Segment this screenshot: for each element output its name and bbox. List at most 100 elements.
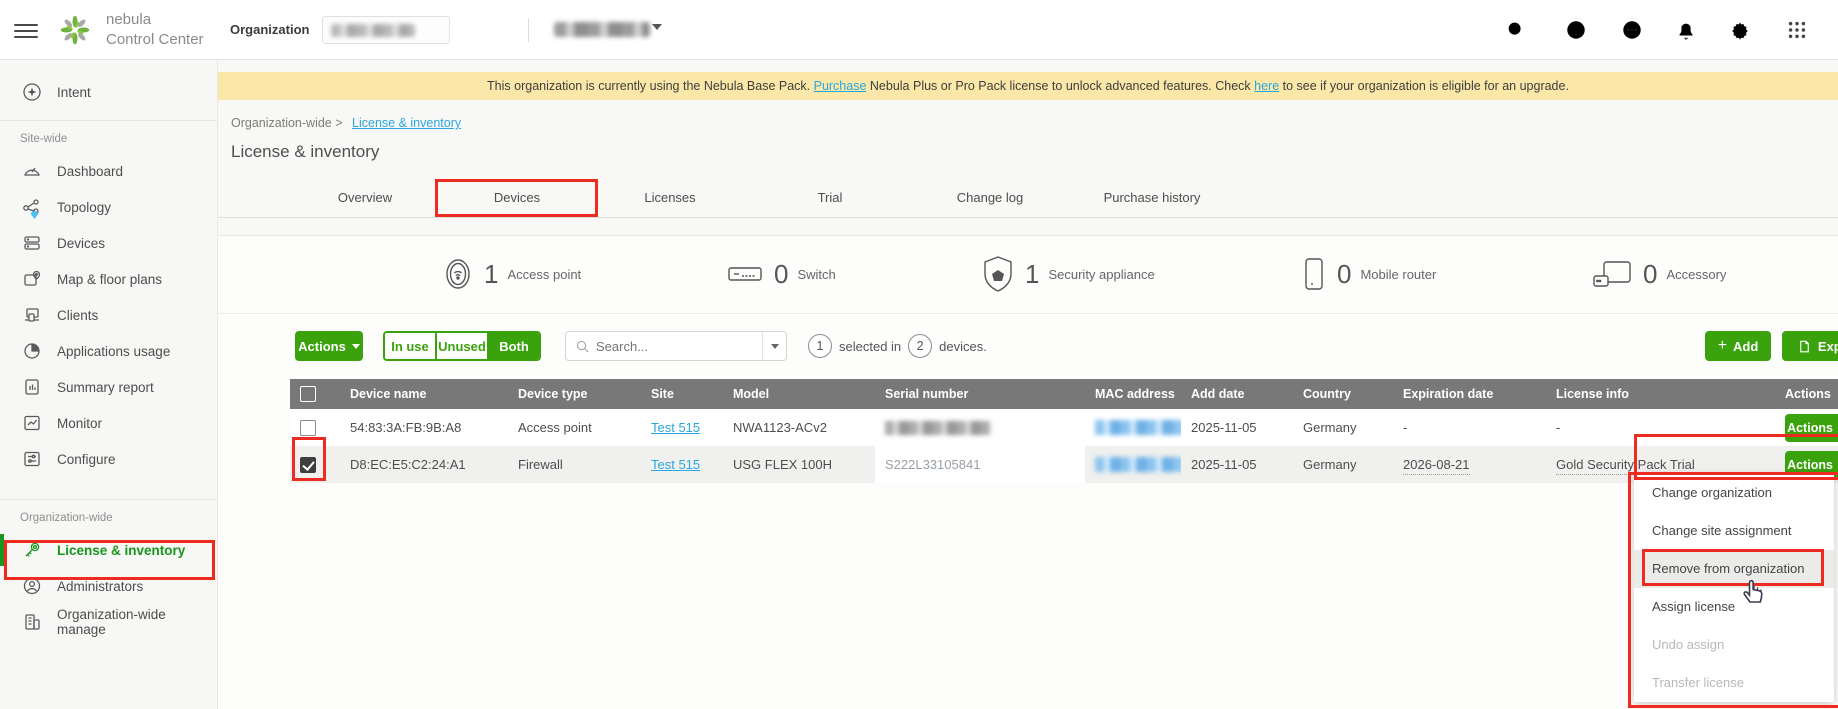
menu-item-change-organization[interactable]: Change organization [1634, 474, 1834, 512]
configure-sliders-icon [22, 449, 42, 469]
sidebar-item-administrators[interactable]: Administrators [0, 568, 217, 604]
sidebar-item-organization-wide-manage[interactable]: Organization-wide manage [0, 604, 217, 640]
clients-icon [22, 305, 42, 325]
sidebar-item-applications-usage[interactable]: Applications usage [0, 333, 217, 369]
selection-text: selected in [839, 338, 902, 354]
row-actions-label: Actions [1787, 457, 1833, 472]
sidebar-item-label: Map & floor plans [57, 271, 163, 287]
organization-label: Organization [230, 22, 310, 37]
sidebar-item-label: Monitor [57, 415, 103, 431]
row-checkbox[interactable] [300, 419, 316, 436]
summary-label: Switch [797, 266, 836, 282]
search-input[interactable] [596, 338, 762, 354]
banner-text: This organization is currently using the… [487, 79, 1569, 93]
sidebar-item-clients[interactable]: Clients [0, 297, 217, 333]
filter-in-use-button[interactable]: In use [385, 333, 435, 359]
tab-overview[interactable]: Overview [295, 178, 435, 218]
map-pin-icon [22, 269, 42, 289]
purchase-link[interactable]: Purchase [814, 79, 867, 93]
notifications-bell-icon[interactable] [1675, 19, 1697, 41]
sidebar-item-license-inventory[interactable]: License & inventory [0, 532, 217, 568]
total-count-badge: 2 [908, 334, 933, 358]
tab-purchase-history[interactable]: Purchase history [1082, 178, 1222, 218]
cell-device-name: 54:83:3A:FB:9B:A8 [340, 409, 508, 446]
cell-add-date: 2025-11-05 [1181, 446, 1293, 483]
cell-country: Germany [1293, 409, 1393, 446]
sidebar-item-label: Devices [57, 235, 106, 251]
brand-text: nebula Control Center [106, 10, 204, 50]
summary-accessory: 0 Accessory [1590, 254, 1726, 294]
monitor-chart-icon [22, 413, 42, 433]
col-license-info: License info [1546, 379, 1775, 409]
select-all-checkbox[interactable] [300, 386, 316, 402]
mobile-router-icon [1305, 258, 1323, 290]
summary-switch: 0 Switch [725, 254, 836, 294]
row-actions-label: Actions [1787, 420, 1833, 435]
sidebar-item-label: Applications usage [57, 343, 171, 359]
col-expiration-date: Expiration date [1393, 379, 1546, 409]
more-options-icon[interactable] [1621, 19, 1643, 41]
report-document-icon [22, 377, 42, 397]
add-device-button[interactable]: + Add [1705, 331, 1771, 361]
summary-count: 0 [1643, 258, 1658, 289]
cell-expiration[interactable]: 2026-08-21 [1403, 457, 1470, 475]
usage-filter-group: In use Unused Both [383, 331, 541, 361]
organization-selector[interactable] [322, 16, 450, 44]
cell-add-date: 2025-11-05 [1181, 409, 1293, 446]
row-actions-button[interactable]: Actions [1785, 413, 1838, 442]
site-link[interactable]: Test 515 [651, 420, 700, 435]
cell-device-type: Access point [508, 409, 641, 446]
switch-icon [728, 267, 762, 281]
tab-trial[interactable]: Trial [760, 178, 900, 218]
sidebar-item-map-floor-plans[interactable]: Map & floor plans [0, 261, 217, 297]
row-checkbox-checked[interactable] [300, 456, 316, 473]
sidebar-item-dashboard[interactable]: Dashboard [0, 153, 217, 189]
site-selector-caret-icon[interactable] [652, 24, 662, 30]
search-icon [577, 340, 589, 352]
sidebar-item-label: Intent [57, 84, 91, 100]
cell-country: Germany [1293, 446, 1393, 483]
search-options-caret[interactable] [762, 332, 786, 360]
cell-license-info[interactable]: Gold Security Pack Trial [1556, 457, 1695, 475]
breadcrumb-current-link[interactable]: License & inventory [352, 116, 461, 130]
banner-text-3: to see if your organization is eligible … [1279, 79, 1569, 93]
sidebar-item-summary-report[interactable]: Summary report [0, 369, 217, 405]
selection-summary: 1 selected in 2 devices. [808, 334, 987, 358]
hamburger-menu-icon[interactable] [14, 20, 38, 40]
settings-gear-icon[interactable] [1729, 19, 1751, 41]
summary-count: 0 [774, 258, 789, 289]
security-appliance-shield-icon [984, 256, 1012, 292]
device-summary-row: 1 Access point 0 Switch 1 Security appli… [218, 236, 1838, 314]
sidebar-item-devices[interactable]: Devices [0, 225, 217, 261]
tab-licenses[interactable]: Licenses [600, 178, 740, 218]
filter-both-button[interactable]: Both [487, 333, 539, 359]
cell-model: NWA1123-ACv2 [723, 409, 875, 446]
breadcrumb: Organization-wide > License & inventory [231, 116, 461, 130]
site-selector[interactable] [550, 16, 676, 44]
col-device-name: Device name [340, 379, 508, 409]
menu-item-undo-assign: Undo assign [1652, 637, 1725, 652]
tab-change-log[interactable]: Change log [920, 178, 1060, 218]
sidebar-item-topology[interactable]: Topology [0, 189, 217, 225]
summary-count: 0 [1337, 258, 1352, 289]
menu-item-change-site-assignment[interactable]: Change site assignment [1634, 512, 1834, 550]
sidebar-item-label: Clients [57, 307, 99, 323]
apps-grid-icon[interactable] [1786, 19, 1808, 41]
sidebar-item-monitor[interactable]: Monitor [0, 405, 217, 441]
menu-item-assign-license[interactable]: Assign license [1634, 588, 1834, 626]
menu-item-remove-from-organization[interactable]: Remove from organization [1634, 550, 1834, 588]
here-link[interactable]: here [1254, 79, 1279, 93]
plus-icon: + [1717, 337, 1728, 354]
summary-count: 1 [1025, 258, 1040, 289]
help-icon[interactable] [1565, 19, 1587, 41]
sidebar-item-configure[interactable]: Configure [0, 441, 217, 477]
nebula-control-center-page: nebula Control Center Organization Inten… [0, 0, 1838, 709]
export-button[interactable]: Export [1782, 331, 1838, 361]
license-key-icon [22, 540, 42, 560]
bulk-actions-button[interactable]: Actions [295, 331, 363, 361]
sidebar-item-intent[interactable]: Intent [0, 74, 217, 110]
site-link[interactable]: Test 515 [651, 457, 700, 472]
search-icon[interactable] [1505, 19, 1527, 41]
tab-devices[interactable]: Devices [447, 178, 587, 218]
filter-unused-button[interactable]: Unused [435, 333, 487, 359]
